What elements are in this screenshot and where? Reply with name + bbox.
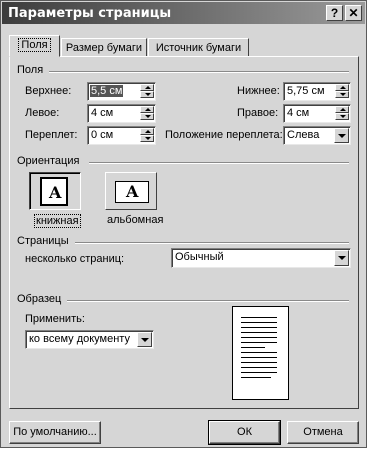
preview-line <box>241 377 271 378</box>
preview-line <box>241 362 277 363</box>
set-default-button[interactable]: По умолчанию... <box>9 421 101 444</box>
spin-down-icon[interactable] <box>335 113 349 120</box>
close-button[interactable]: ✕ <box>345 5 362 21</box>
gutter-field[interactable]: 0 см <box>87 126 156 145</box>
ok-label: ОК <box>237 426 252 438</box>
help-button[interactable]: ? <box>326 5 343 21</box>
multiple-pages-label: несколько страниц: <box>25 253 125 265</box>
apply-to-select[interactable]: ко всему документу <box>25 330 154 349</box>
gutter-value: 0 см <box>91 129 114 141</box>
pages-section-title: Страницы <box>17 235 69 247</box>
help-icon: ? <box>330 6 339 20</box>
set-default-label: По умолчанию... <box>13 426 97 438</box>
bottom-margin-label: Нижнее: <box>237 85 280 97</box>
gutter-position-value: Слева <box>287 129 320 141</box>
preview-line <box>241 372 277 373</box>
tab-paper-size-label: Размер бумаги <box>65 42 143 54</box>
cancel-label: Отмена <box>303 426 343 438</box>
preview-line <box>241 332 277 333</box>
preview-line <box>241 347 265 348</box>
left-margin-label: Левое: <box>25 107 60 119</box>
preview-line <box>241 352 277 353</box>
gutter-position-label: Положение переплета: <box>165 129 283 141</box>
preview-line <box>241 357 277 358</box>
gutter-position-select[interactable]: Слева <box>283 126 351 145</box>
tab-paper-source-label: Источник бумаги <box>155 42 242 54</box>
spin-down-icon[interactable] <box>335 91 349 98</box>
bottom-margin-field[interactable]: 5,75 см <box>283 82 351 101</box>
right-margin-field[interactable]: 4 см <box>283 104 351 123</box>
portrait-label[interactable]: книжная <box>34 214 81 228</box>
landscape-option[interactable]: A <box>105 172 157 210</box>
spin-up-icon[interactable] <box>140 128 154 135</box>
ok-button[interactable]: ОК <box>208 420 281 445</box>
spin-up-icon[interactable] <box>335 106 349 113</box>
preview-line <box>241 317 277 318</box>
portrait-option[interactable]: A <box>29 172 81 210</box>
pages-separator <box>75 242 349 244</box>
top-margin-value: 5,5 см <box>90 85 124 97</box>
orientation-section-title: Ориентация <box>17 155 80 167</box>
landscape-label[interactable]: альбомная <box>107 214 163 226</box>
cancel-button[interactable]: Отмена <box>287 421 359 444</box>
spin-up-icon[interactable] <box>335 84 349 91</box>
preview-line <box>241 342 277 343</box>
portrait-page-icon: A <box>40 177 68 206</box>
spin-down-icon[interactable] <box>140 135 154 142</box>
bottom-margin-spinner[interactable] <box>335 84 349 99</box>
spin-up-icon[interactable] <box>140 84 154 91</box>
spin-down-icon[interactable] <box>140 113 154 120</box>
preview-line <box>241 367 277 368</box>
multiple-pages-value: Обычный <box>175 251 224 263</box>
chevron-down-icon[interactable] <box>334 250 349 266</box>
spin-up-icon[interactable] <box>140 106 154 113</box>
top-margin-spinner[interactable] <box>140 84 154 99</box>
spin-down-icon[interactable] <box>140 91 154 98</box>
sample-preview <box>232 306 289 400</box>
left-margin-spinner[interactable] <box>140 106 154 121</box>
apply-to-value: ко всему документу <box>29 333 130 345</box>
bottom-margin-value: 5,75 см <box>287 85 325 97</box>
top-margin-field[interactable]: 5,5 см <box>87 82 156 101</box>
margins-separator <box>49 71 349 73</box>
preview-line <box>241 327 277 328</box>
sample-section-title: Образец <box>17 293 62 305</box>
tab-paper-size[interactable]: Размер бумаги <box>61 38 147 57</box>
title-bar[interactable]: Параметры страницы ? ✕ <box>2 2 365 24</box>
orientation-separator <box>89 162 349 164</box>
tab-margins-label: Поля <box>18 38 51 52</box>
right-margin-value: 4 см <box>287 107 310 119</box>
gutter-label: Переплет: <box>25 129 78 141</box>
right-margin-label: Правое: <box>237 107 279 119</box>
chevron-down-icon[interactable] <box>137 332 152 347</box>
apply-to-label: Применить: <box>25 313 85 325</box>
margins-section-title: Поля <box>17 64 44 76</box>
window-title: Параметры страницы <box>8 6 172 21</box>
left-margin-field[interactable]: 4 см <box>87 104 156 123</box>
gutter-spinner[interactable] <box>140 128 154 143</box>
close-icon: ✕ <box>348 6 359 20</box>
right-margin-spinner[interactable] <box>335 106 349 121</box>
sample-separator <box>67 300 349 302</box>
preview-line <box>241 337 277 338</box>
multiple-pages-select[interactable]: Обычный <box>171 248 351 268</box>
left-margin-value: 4 см <box>91 107 114 119</box>
chevron-down-icon[interactable] <box>334 128 349 143</box>
page-setup-dialog: Параметры страницы ? ✕ Поля Размер бумаг… <box>0 0 367 448</box>
landscape-page-icon: A <box>115 181 149 203</box>
tab-margins[interactable]: Поля <box>9 35 60 57</box>
tab-paper-source[interactable]: Источник бумаги <box>148 38 249 57</box>
preview-line <box>241 322 277 323</box>
top-margin-label: Верхнее: <box>25 85 72 97</box>
